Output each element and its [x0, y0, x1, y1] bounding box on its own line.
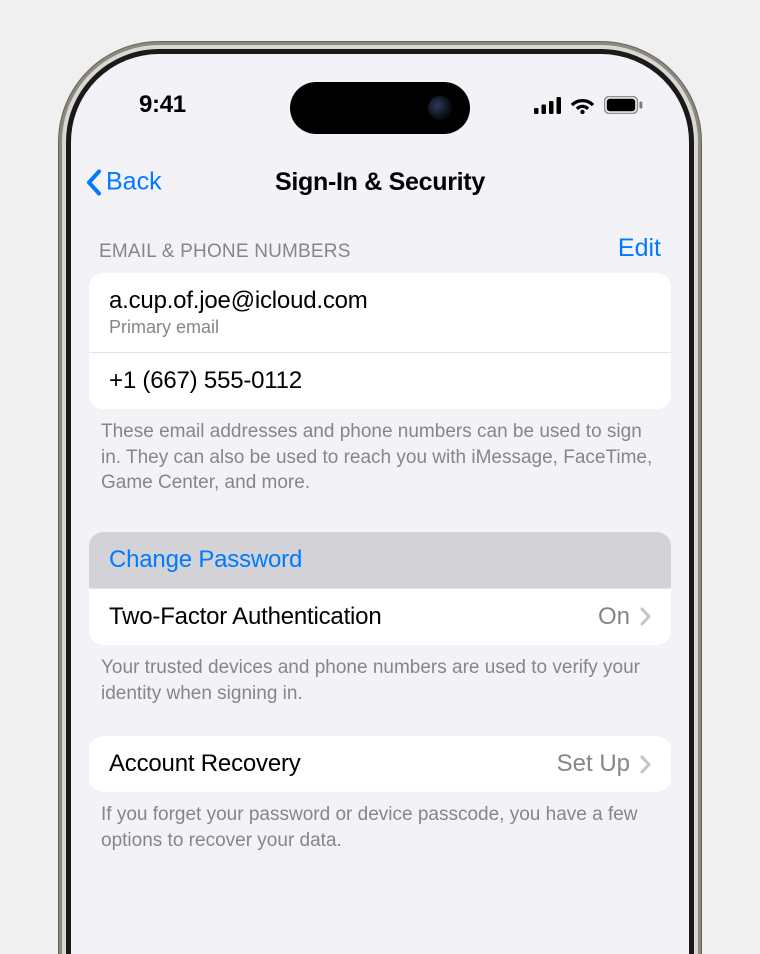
- two-factor-footer: Your trusted devices and phone numbers a…: [71, 645, 689, 706]
- back-label: Back: [106, 168, 162, 197]
- account-recovery-value: Set Up: [557, 750, 630, 778]
- account-recovery-label: Account Recovery: [109, 750, 301, 778]
- screen-content: Back Sign-In & Security EMAIL & PHONE NU…: [71, 154, 689, 954]
- chevron-right-icon: [640, 755, 651, 774]
- section-header-label: EMAIL & PHONE NUMBERS: [99, 241, 351, 263]
- phone-row[interactable]: +1 (667) 555-0112: [89, 353, 671, 409]
- change-password-label: Change Password: [109, 546, 302, 574]
- two-factor-row[interactable]: Two-Factor Authentication On: [89, 589, 671, 645]
- status-time: 9:41: [111, 91, 186, 119]
- email-subtitle: Primary email: [109, 317, 368, 338]
- front-camera-icon: [428, 96, 452, 120]
- phone-value: +1 (667) 555-0112: [109, 367, 302, 395]
- contacts-footer: These email addresses and phone numbers …: [71, 409, 689, 496]
- change-password-row[interactable]: Change Password: [89, 532, 671, 589]
- dynamic-island: [290, 82, 470, 134]
- back-button[interactable]: Back: [85, 168, 162, 197]
- battery-icon: [604, 96, 643, 114]
- email-row[interactable]: a.cup.of.joe@icloud.com Primary email: [89, 273, 671, 353]
- chevron-right-icon: [640, 607, 651, 626]
- account-recovery-row[interactable]: Account Recovery Set Up: [89, 736, 671, 792]
- security-card: Change Password Two-Factor Authenticatio…: [89, 532, 671, 645]
- two-factor-label: Two-Factor Authentication: [109, 603, 381, 631]
- two-factor-value: On: [598, 603, 630, 631]
- recovery-footer: If you forget your password or device pa…: [71, 792, 689, 853]
- edit-button[interactable]: Edit: [618, 234, 661, 263]
- cellular-icon: [534, 97, 561, 114]
- section-header-contacts: EMAIL & PHONE NUMBERS Edit: [71, 210, 689, 273]
- device-frame: 9:41: [71, 54, 689, 954]
- email-value: a.cup.of.joe@icloud.com: [109, 287, 368, 315]
- nav-bar: Back Sign-In & Security: [71, 154, 689, 210]
- chevron-left-icon: [85, 168, 102, 196]
- status-icons: [534, 96, 649, 114]
- recovery-card: Account Recovery Set Up: [89, 736, 671, 792]
- wifi-icon: [570, 96, 595, 114]
- contacts-card: a.cup.of.joe@icloud.com Primary email +1…: [89, 273, 671, 409]
- page-title: Sign-In & Security: [275, 168, 485, 197]
